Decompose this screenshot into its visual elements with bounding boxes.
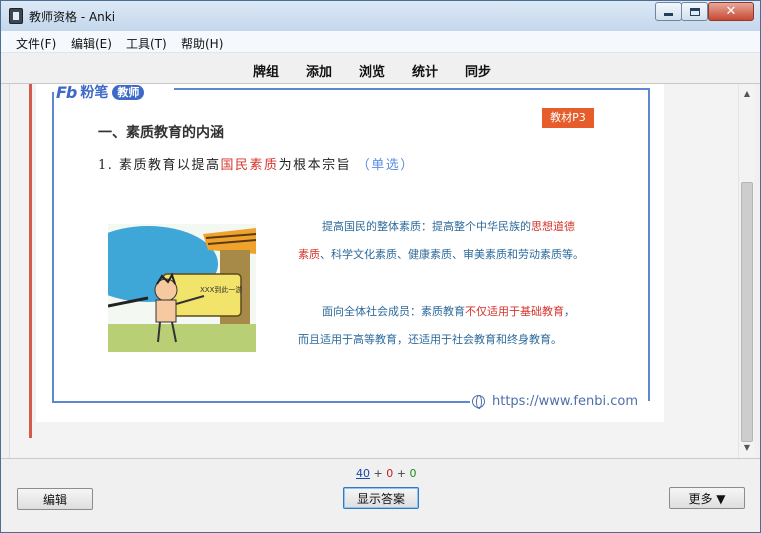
menu-edit[interactable]: 编辑(E) (71, 35, 112, 52)
point-one-prefix: 1. 素质教育以提高 (98, 158, 221, 173)
maximize-icon (689, 7, 700, 16)
toolbar-add[interactable]: 添加 (306, 61, 332, 80)
globe-icon (472, 394, 485, 409)
paragraph-two-highlight: 不仅适用于基础教育 (465, 305, 564, 318)
frame-line (174, 88, 650, 90)
paragraph-two-text-cont: 而且适用于高等教育，还适用于社会教育和终身教育。 (298, 333, 562, 346)
toolbar-sync[interactable]: 同步 (465, 61, 491, 80)
toolbar-stats[interactable]: 统计 (412, 61, 438, 80)
maximize-button[interactable] (681, 2, 708, 21)
flashcard: Fb 粉笔 教师 教材P3 一、素质教育的内涵 1. 素质教育以提高国民素质为根… (36, 82, 664, 422)
minimize-button[interactable] (655, 2, 682, 21)
point-one-hint: （单选） (356, 158, 415, 173)
show-answer-button[interactable]: 显示答案 (343, 487, 419, 509)
count-separator: + (370, 467, 387, 480)
illustration-sign-text: XXX到此一游 (200, 285, 242, 294)
new-count: 40 (356, 467, 370, 480)
paragraph-one-text-cont: 、科学文化素质、健康素质、审美素质和劳动素质等。 (320, 248, 584, 261)
anki-app-icon (9, 8, 23, 24)
close-button[interactable]: ✕ (708, 2, 754, 21)
due-counts: 40 + 0 + 0 (356, 467, 416, 480)
point-one-middle: 为根本宗旨 (278, 158, 352, 173)
cartoon-illustration: XXX到此一游 (108, 224, 256, 352)
minimize-icon (664, 13, 673, 16)
menu-tools[interactable]: 工具(T) (126, 35, 167, 52)
count-separator: + (393, 467, 410, 480)
logo-badge: 教师 (112, 84, 145, 100)
review-count: 0 (409, 467, 417, 480)
vertical-scrollbar[interactable]: ▲ ▼ (738, 84, 754, 458)
more-button[interactable]: 更多 ▼ (669, 487, 745, 509)
toolbar-decks[interactable]: 牌组 (253, 61, 279, 80)
frame-line (648, 88, 650, 401)
paragraph-one-line-one: 提高国民的整体素质：提高整个中华民族的思想道德 (322, 218, 575, 234)
fenbi-url: https://www.fenbi.com (472, 392, 638, 410)
paragraph-two-text: 面向全体社会成员：素质教育 (322, 305, 465, 318)
paragraph-one-highlight-cont: 素质 (298, 248, 320, 261)
textbook-page-tag: 教材P3 (542, 108, 594, 128)
url-text: https://www.fenbi.com (492, 393, 639, 409)
card-heading: 一、素质教育的内涵 (98, 125, 224, 141)
close-icon: ✕ (725, 4, 737, 19)
menu-file[interactable]: 文件(F) (16, 35, 56, 52)
review-bottom-bar: 40 + 0 + 0 编辑 显示答案 更多 ▼ (1, 458, 760, 532)
window-title: 教师资格 - Anki (29, 10, 116, 24)
paragraph-one-line-two: 素质、科学文化素质、健康素质、审美素质和劳动素质等。 (298, 246, 584, 262)
scroll-up-icon[interactable]: ▲ (739, 86, 755, 102)
toolbar-browse[interactable]: 浏览 (359, 61, 385, 80)
point-one-highlight: 国民素质 (220, 158, 279, 173)
paragraph-two-suffix: ， (564, 305, 575, 318)
paragraph-one-text: 提高国民的整体素质：提高整个中华民族的 (322, 220, 531, 233)
paragraph-one-highlight: 思想道德 (531, 220, 575, 233)
scrollbar-thumb[interactable] (741, 182, 753, 442)
card-viewer[interactable]: Fb 粉笔 教师 教材P3 一、素质教育的内涵 1. 素质教育以提高国民素质为根… (9, 82, 738, 458)
edit-button[interactable]: 编辑 (17, 488, 93, 510)
logo-name: 粉笔 (80, 85, 109, 101)
anki-window: 教师资格 - Anki ✕ 文件(F) 编辑(E) 工具(T) 帮助(H) 牌组… (0, 0, 761, 533)
logo-mark: Fb (56, 82, 77, 102)
frame-line (52, 401, 470, 403)
menu-bar: 文件(F) 编辑(E) 工具(T) 帮助(H) (1, 31, 760, 53)
card-side-rule (29, 84, 32, 438)
frame-line (52, 92, 54, 402)
fenbi-logo: Fb 粉笔 教师 (56, 82, 145, 102)
menu-help[interactable]: 帮助(H) (181, 35, 223, 52)
main-toolbar: 牌组 添加 浏览 统计 同步 (1, 53, 760, 84)
scroll-down-icon[interactable]: ▼ (739, 440, 755, 456)
paragraph-two-line-one: 面向全体社会成员：素质教育不仅适用于基础教育， (322, 303, 575, 319)
paragraph-two-line-two: 而且适用于高等教育，还适用于社会教育和终身教育。 (298, 331, 562, 347)
point-one: 1. 素质教育以提高国民素质为根本宗旨 （单选） (98, 154, 415, 173)
title-bar: 教师资格 - Anki ✕ (1, 1, 760, 31)
